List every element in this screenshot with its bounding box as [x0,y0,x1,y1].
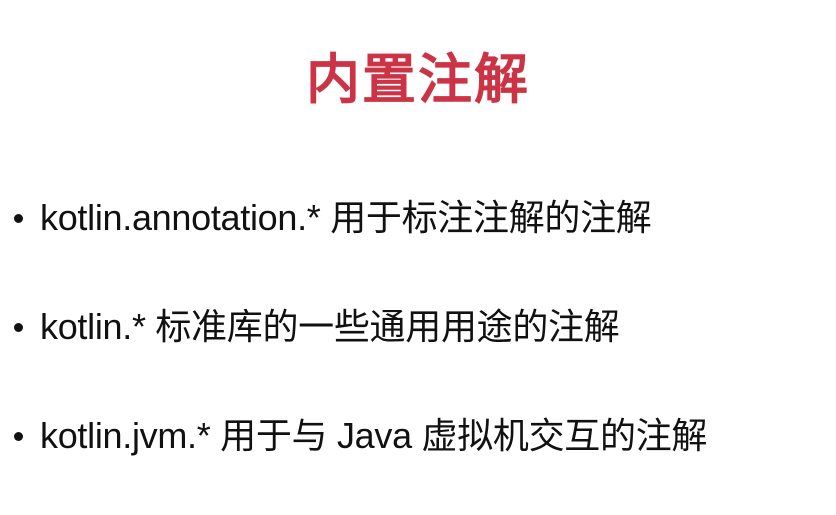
bullet-text: kotlin.* 标准库的一些通用用途的注解 [40,306,620,347]
bullet-text: kotlin.jvm.* 用于与 Java 虚拟机交互的注解 [40,415,708,456]
bullet-dot-icon [14,213,23,223]
bullet-dot-icon [14,322,23,332]
slide: 内置注解 kotlin.annotation.* 用于标注注解的注解 kotli… [0,0,836,515]
bullet-dot-icon [14,431,23,441]
slide-title: 内置注解 [306,50,530,110]
bullet-item: kotlin.jvm.* 用于与 Java 虚拟机交互的注解 [14,412,707,460]
bullet-item: kotlin.annotation.* 用于标注注解的注解 [14,194,652,242]
bullet-item: kotlin.* 标准库的一些通用用途的注解 [14,303,620,351]
bullet-text: kotlin.annotation.* 用于标注注解的注解 [40,197,652,238]
